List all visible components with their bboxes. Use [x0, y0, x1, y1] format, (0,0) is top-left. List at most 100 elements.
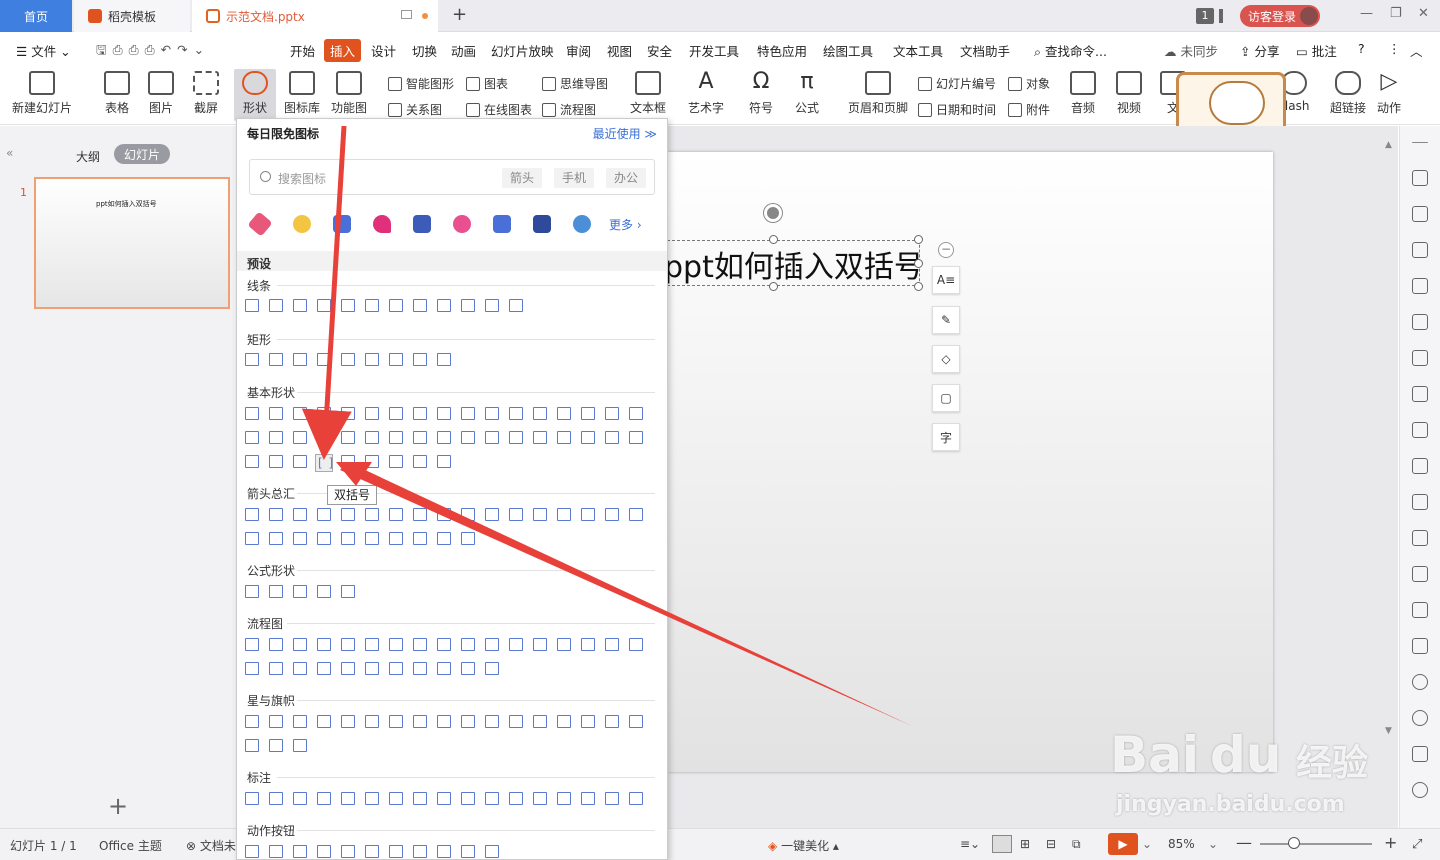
recent-used-link[interactable]: 最近使用 ≫ [593, 125, 657, 142]
shape-option[interactable] [581, 638, 595, 651]
presenter-view-icon[interactable]: ⧉ [1072, 837, 1081, 852]
menu-animation[interactable]: 动画 [451, 41, 476, 60]
help-button[interactable]: ? [1358, 41, 1365, 56]
rotate-handle-icon[interactable] [764, 204, 782, 222]
heart-icon[interactable] [373, 215, 391, 233]
shape-option[interactable] [293, 585, 307, 598]
shape-option[interactable] [389, 299, 403, 312]
outline-tab[interactable]: 大纲 [66, 146, 110, 166]
notes-icon[interactable]: ≡⌄ [960, 837, 980, 851]
shape-option[interactable] [245, 739, 259, 752]
menu-text-tools[interactable]: 文本工具 [893, 41, 943, 60]
shape-option[interactable] [461, 662, 475, 675]
restore-icon[interactable]: ❐ [1390, 6, 1402, 21]
art-text-button[interactable]: A 艺术字 [688, 71, 724, 116]
shape-option[interactable] [269, 508, 283, 521]
chip-office[interactable]: 办公 [606, 168, 647, 188]
shape-option[interactable] [557, 715, 571, 728]
star-icon[interactable] [1412, 170, 1428, 186]
brush-icon[interactable]: ✎ [932, 306, 960, 334]
shape-option[interactable] [557, 508, 571, 521]
shape-option[interactable] [341, 715, 355, 728]
shape-option[interactable] [485, 299, 499, 312]
lock-icon[interactable] [453, 215, 471, 233]
shield-icon[interactable] [1412, 638, 1428, 654]
shape-option[interactable] [533, 407, 547, 420]
bar-chart-icon[interactable] [1412, 386, 1428, 402]
sliders-icon[interactable] [1412, 422, 1428, 438]
sync-status[interactable]: ☁ 未同步 [1164, 41, 1218, 60]
textbox-button[interactable]: 文本框 [630, 71, 666, 116]
shape-option[interactable] [437, 508, 451, 521]
tab-home[interactable]: 首页 [0, 0, 72, 32]
object-button[interactable]: 对象 [1008, 75, 1050, 92]
shape-option[interactable] [317, 715, 331, 728]
flowchart-button[interactable]: 流程图 [542, 101, 596, 118]
shape-option[interactable] [437, 792, 451, 805]
shape-option[interactable] [293, 508, 307, 521]
shape-option[interactable] [413, 353, 427, 366]
file-menu[interactable]: ☰ 文件 ⌄ [16, 41, 71, 60]
shape-option[interactable] [365, 532, 379, 545]
shape-option[interactable] [317, 353, 331, 366]
more-options-icon[interactable]: ⋮ [1388, 41, 1401, 56]
scroll-down-icon[interactable]: ▼ [1385, 726, 1392, 736]
shape-option[interactable] [293, 739, 307, 752]
shape-option[interactable] [605, 715, 619, 728]
symbol-button[interactable]: Ω 符号 [748, 71, 774, 116]
shape-option[interactable] [389, 715, 403, 728]
shape-option[interactable] [293, 407, 307, 420]
share-button[interactable]: ⇪ 分享 [1240, 41, 1279, 60]
shape-option[interactable] [533, 431, 547, 444]
chip-phone[interactable]: 手机 [554, 168, 595, 188]
shape-option[interactable] [389, 532, 403, 545]
history-icon[interactable] [1412, 674, 1428, 690]
resize-handle[interactable] [769, 235, 778, 244]
shape-option[interactable] [509, 508, 523, 521]
shape-option[interactable] [245, 638, 259, 651]
shape-option[interactable] [605, 431, 619, 444]
shape-option[interactable] [437, 299, 451, 312]
shape-option[interactable] [389, 431, 403, 444]
shape-option[interactable] [341, 353, 355, 366]
zoom-dropdown-icon[interactable]: ⌄ [1208, 837, 1218, 851]
shape-option[interactable] [629, 792, 643, 805]
shape-option[interactable] [605, 792, 619, 805]
shape-option[interactable] [269, 431, 283, 444]
shape-option[interactable] [245, 585, 259, 598]
shape-option[interactable] [389, 508, 403, 521]
video-button[interactable]: 视频 [1116, 71, 1142, 116]
shape-option[interactable] [269, 407, 283, 420]
shape-option[interactable] [581, 407, 595, 420]
table-button[interactable]: 表格 [104, 71, 130, 116]
resize-handle[interactable] [914, 282, 923, 291]
shape-option[interactable] [245, 455, 259, 468]
resize-handle[interactable] [914, 235, 923, 244]
resize-handle[interactable] [769, 282, 778, 291]
shape-option[interactable] [341, 455, 355, 468]
lightbulb-icon[interactable] [293, 215, 311, 233]
shape-option[interactable] [485, 407, 499, 420]
menu-review[interactable]: 审阅 [566, 41, 591, 60]
window-count-badge[interactable]: 1 [1196, 8, 1214, 24]
menu-view[interactable]: 视图 [607, 41, 632, 60]
shape-option[interactable] [413, 299, 427, 312]
shape-option[interactable] [365, 431, 379, 444]
shape-option[interactable] [317, 407, 331, 420]
shape-option[interactable] [413, 792, 427, 805]
shape-option[interactable] [413, 508, 427, 521]
shape-option[interactable] [245, 532, 259, 545]
menu-design[interactable]: 设计 [371, 41, 396, 60]
double-bracket-shape[interactable]: [ ] [318, 456, 334, 470]
book-icon[interactable] [413, 215, 431, 233]
shape-option[interactable] [485, 662, 499, 675]
new-tab-button[interactable]: + [452, 4, 467, 25]
shape-option[interactable] [269, 532, 283, 545]
shape-option[interactable] [317, 585, 331, 598]
play-slideshow-button[interactable]: ▶ [1108, 833, 1138, 855]
shape-option[interactable] [437, 715, 451, 728]
tab-document[interactable]: 示范文档.pptx [192, 0, 438, 32]
shape-option[interactable] [461, 715, 475, 728]
shape-option[interactable] [581, 431, 595, 444]
export-icon[interactable] [1412, 494, 1428, 510]
